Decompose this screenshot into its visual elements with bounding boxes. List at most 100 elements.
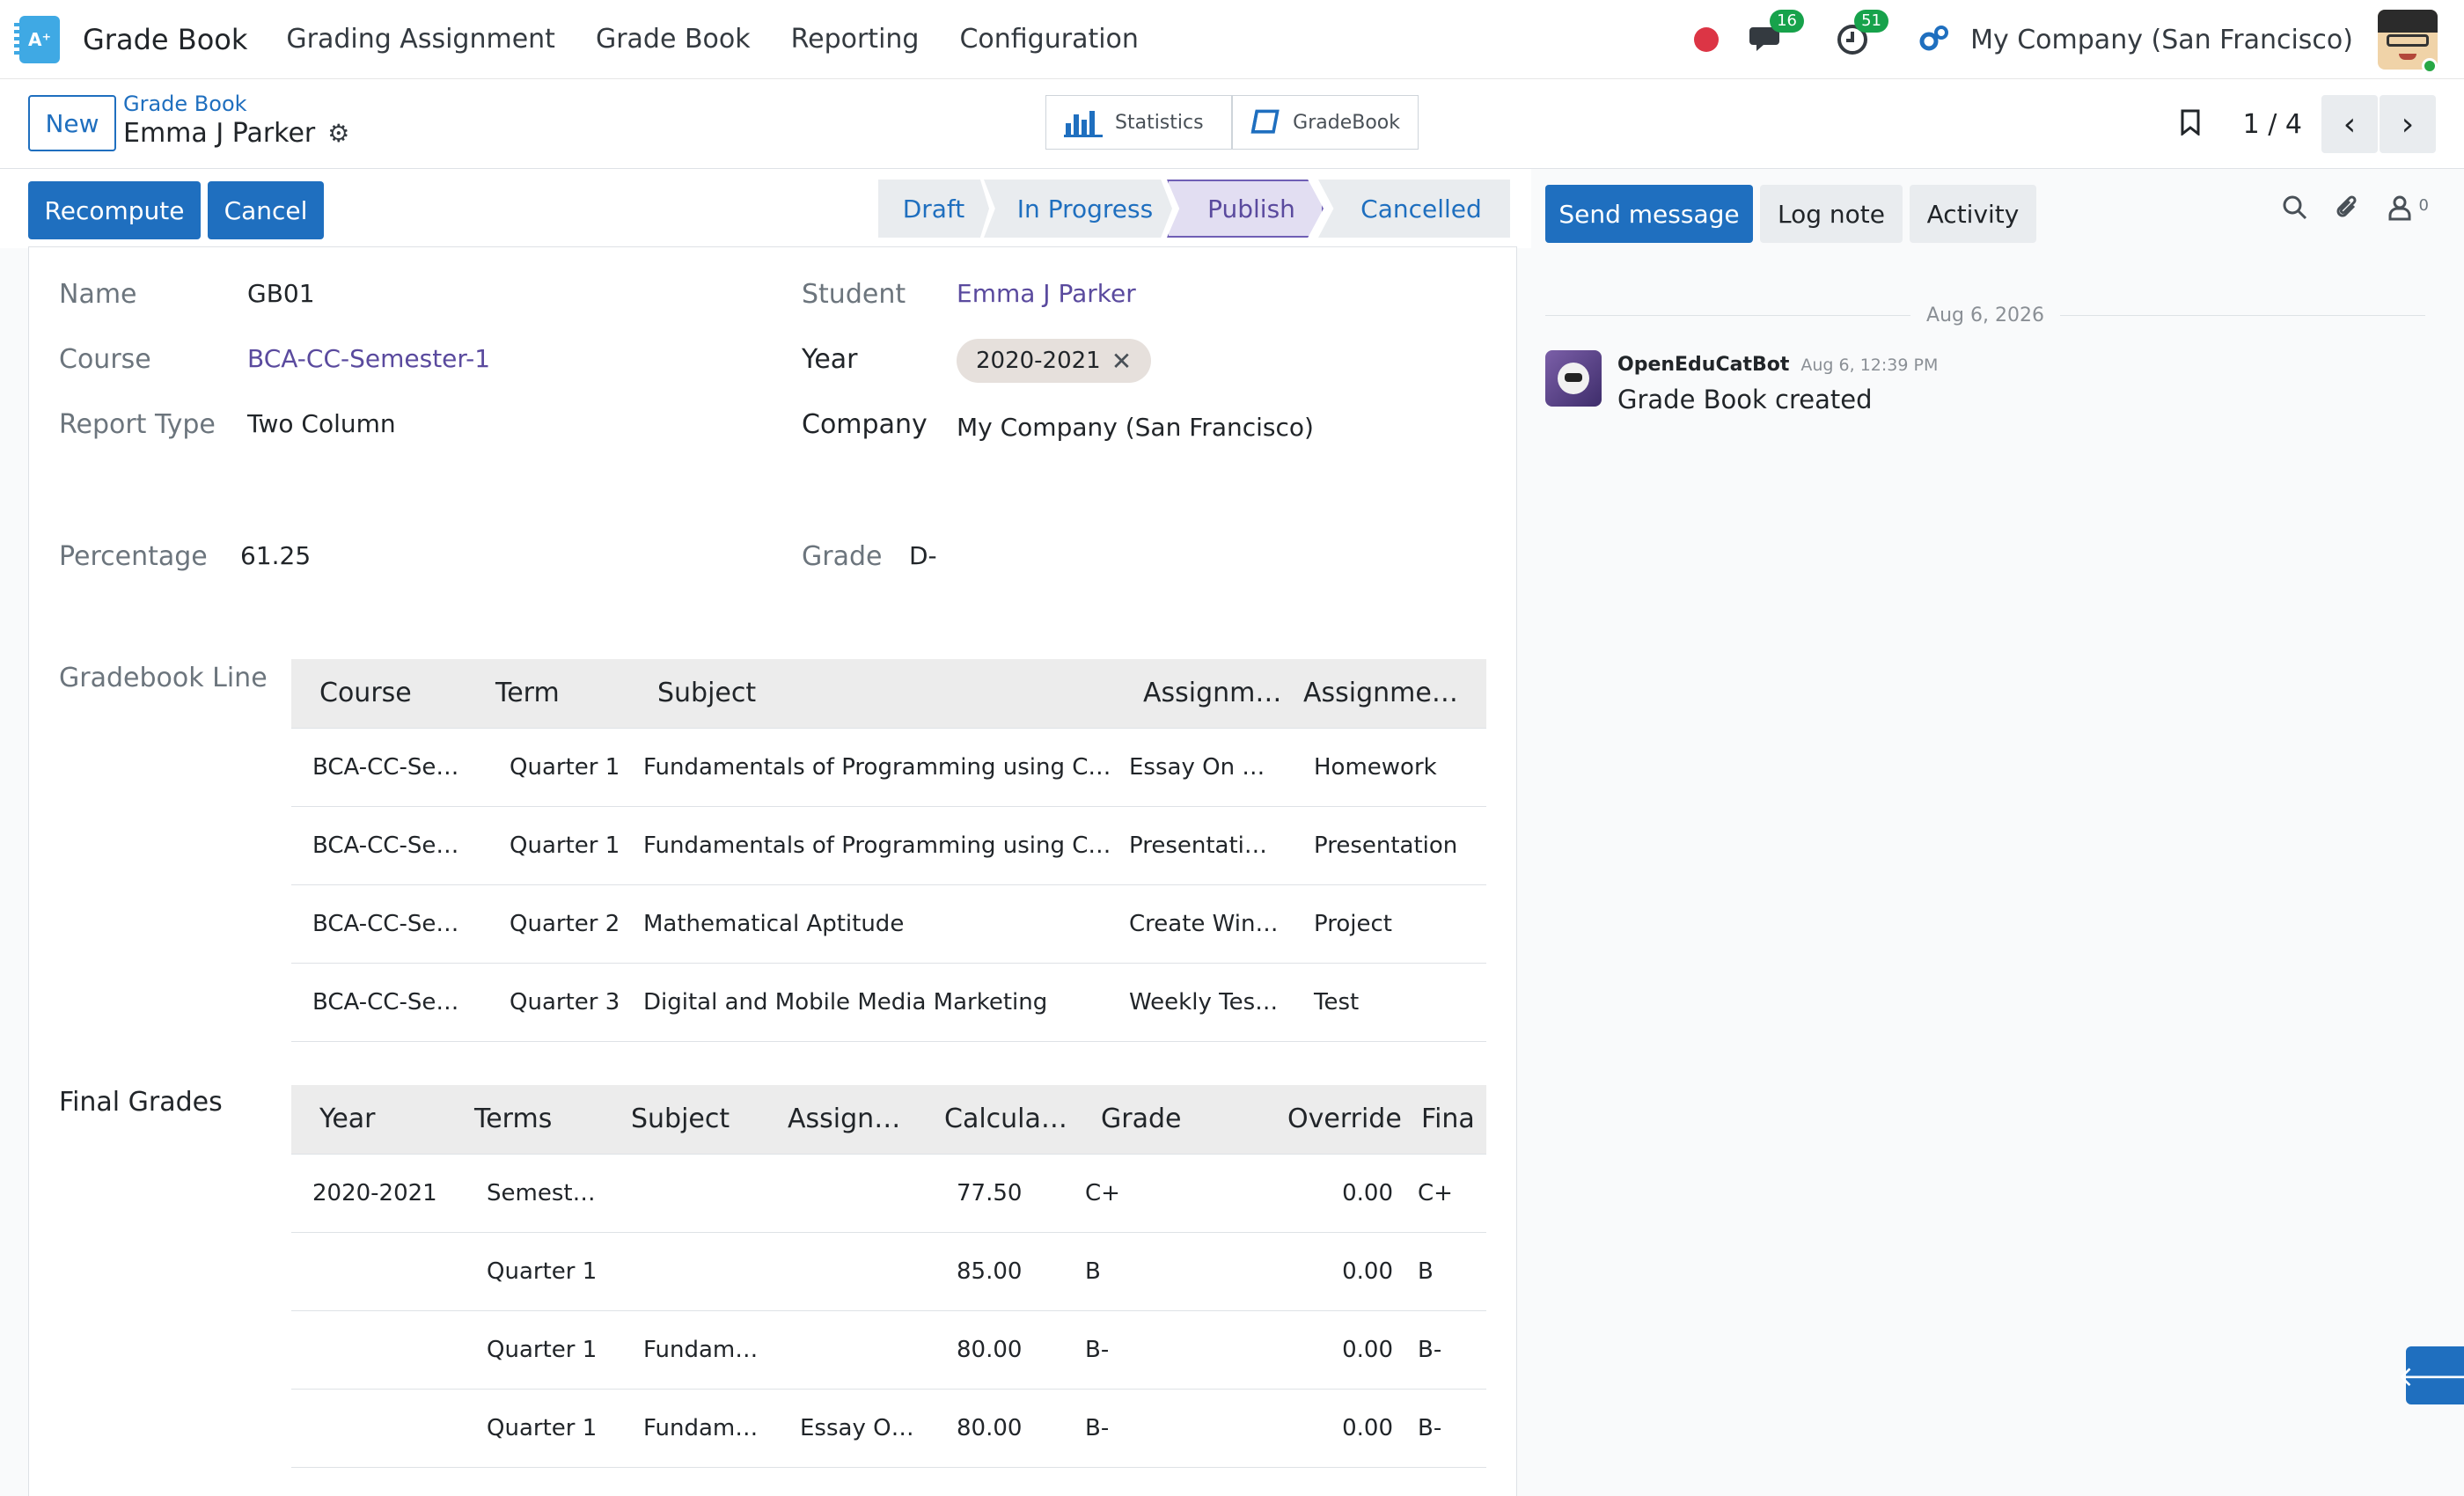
record-name-text: Emma J Parker (123, 118, 316, 149)
table-cell (291, 1310, 446, 1390)
column-header[interactable]: Course (291, 659, 467, 729)
report-type-field[interactable]: Two Column (247, 409, 396, 438)
messages-icon[interactable]: 16 (1749, 10, 1804, 59)
gradebook-button[interactable]: GradeBook (1232, 95, 1419, 150)
pager: 1 / 4 ‹ › (2180, 95, 2464, 153)
column-header[interactable]: Subject (603, 1085, 759, 1155)
column-header[interactable]: Terms (446, 1085, 603, 1155)
table-row[interactable]: BCA-CC-Se… Quarter 1 Fundamentals of Pro… (291, 728, 1486, 807)
stage-publish[interactable]: Publish (1167, 180, 1324, 238)
company-switch-icon[interactable] (1918, 24, 1949, 55)
search-icon[interactable] (2282, 194, 2308, 224)
table-cell: Create Win… (1115, 884, 1289, 964)
year-label: Year (802, 344, 858, 375)
stage-draft[interactable]: Draft (878, 180, 989, 238)
table-row[interactable]: Quarter 1 Fundam… 80.00 B- 0.00 B- (291, 1310, 1486, 1390)
year-tag-text: 2020-2021 (976, 348, 1101, 374)
table-row[interactable]: BCA-CC-Se… Quarter 2 Mathematical Aptitu… (291, 884, 1486, 964)
control-panel: New Grade Book Emma J Parker ⚙ Statistic… (0, 79, 2464, 169)
previous-record-icon[interactable]: ‹ (2321, 95, 2378, 153)
table-row[interactable]: Quarter 1 85.00 B 0.00 B (291, 1232, 1486, 1311)
column-header[interactable]: Year (291, 1085, 446, 1155)
stage-in-progress[interactable]: In Progress (984, 180, 1172, 238)
column-header[interactable]: Assignment (1115, 659, 1289, 729)
chatter-tools: 0 (2255, 194, 2429, 225)
table-cell: BCA-CC-Se… (291, 806, 467, 885)
app-icon[interactable]: A⁺ (14, 15, 60, 63)
table-row[interactable]: 2020-2021 Semeste… 77.50 C+ 0.00 C+ (291, 1154, 1486, 1233)
table-cell: Quarter 1 (446, 1310, 603, 1390)
column-header[interactable]: Assignme… (759, 1085, 916, 1155)
table-cell: Homework (1289, 728, 1486, 807)
new-button[interactable]: New (28, 95, 116, 151)
menu-grading-assignment[interactable]: Grading Assignment (286, 24, 555, 55)
table-cell: C+ (1407, 1154, 1486, 1233)
name-field[interactable]: GB01 (247, 279, 315, 308)
table-cell: Quarter 1 (446, 1389, 603, 1468)
report-type-label: Report Type (59, 409, 216, 440)
column-header[interactable]: Term (467, 659, 629, 729)
table-cell: 77.50 (916, 1154, 1073, 1233)
table-cell: BCA-CC-Se… (291, 963, 467, 1042)
pager-value[interactable]: 1 / 4 (2243, 109, 2302, 140)
table-cell (291, 1232, 446, 1311)
send-message-button[interactable]: Send message (1545, 185, 1753, 243)
table-cell: BCA-CC-Se… (291, 728, 467, 807)
record-icon[interactable] (1694, 27, 1720, 52)
message-author[interactable]: OpenEduCatBot (1617, 354, 1789, 376)
course-field[interactable]: BCA-CC-Semester-1 (247, 344, 490, 373)
company-field[interactable]: My Company (San Francisco) (957, 413, 1314, 442)
bookmark-icon[interactable] (2180, 109, 2201, 139)
arrow-left-icon[interactable]: 🡐 (2397, 1346, 2464, 1404)
table-cell: B (1407, 1232, 1486, 1311)
table-cell: 2020-2021 (291, 1154, 446, 1233)
column-header[interactable]: Subject (629, 659, 1115, 729)
column-header[interactable]: Override (1287, 1085, 1407, 1155)
menu-grade-book[interactable]: Grade Book (596, 24, 751, 55)
remove-tag-icon[interactable]: ✕ (1111, 347, 1132, 376)
cancel-button[interactable]: Cancel (208, 181, 324, 239)
column-header[interactable]: Assignme… (1289, 659, 1486, 729)
stage-pipeline: Draft In Progress Publish Cancelled (878, 180, 1510, 239)
student-field[interactable]: Emma J Parker (957, 279, 1136, 308)
app-title[interactable]: Grade Book (83, 23, 247, 56)
bot-avatar[interactable] (1545, 350, 1602, 407)
table-cell: Project (1289, 884, 1486, 964)
activities-clock-icon[interactable]: 51 (1833, 10, 1888, 59)
column-header[interactable]: Fina (1407, 1085, 1486, 1155)
column-header[interactable]: Grade (1073, 1085, 1287, 1155)
year-tag[interactable]: 2020-2021 ✕ (957, 339, 1152, 383)
followers-icon[interactable]: 0 (2387, 194, 2429, 225)
course-label: Course (59, 344, 151, 375)
gradebook-label: GradeBook (1293, 111, 1400, 134)
column-header[interactable]: Calculated (916, 1085, 1073, 1155)
table-cell: Essay On … (1115, 728, 1289, 807)
percentage-field[interactable]: 61.25 (240, 541, 311, 570)
table-header-row: Year Terms Subject Assignme… Calculated … (291, 1085, 1486, 1155)
menu-configuration[interactable]: Configuration (959, 24, 1138, 55)
table-row[interactable]: Quarter 1 Fundam… Essay On… 80.00 B- 0.0… (291, 1389, 1486, 1468)
activity-button[interactable]: Activity (1910, 185, 2036, 243)
table-row[interactable]: BCA-CC-Se… Quarter 1 Fundamentals of Pro… (291, 806, 1486, 885)
statistics-button[interactable]: Statistics (1045, 95, 1232, 150)
menu-reporting[interactable]: Reporting (791, 24, 920, 55)
table-cell (759, 1154, 916, 1233)
grade-field[interactable]: D- (909, 541, 937, 570)
next-record-icon[interactable]: › (2380, 95, 2436, 153)
statistics-label: Statistics (1115, 111, 1204, 134)
paperclip-icon[interactable] (2335, 194, 2361, 225)
recompute-button[interactable]: Recompute (28, 181, 201, 239)
log-note-button[interactable]: Log note (1760, 185, 1903, 243)
table-cell: Fundam… (603, 1389, 759, 1468)
student-label: Student (802, 279, 906, 310)
chatter-message: OpenEduCatBot Aug 6, 12:39 PM Grade Book… (1545, 350, 1938, 414)
gear-icon[interactable]: ⚙ (327, 119, 349, 148)
record-title: Emma J Parker ⚙ (123, 118, 349, 149)
breadcrumb[interactable]: Grade Book (123, 92, 247, 116)
company-name[interactable]: My Company (San Francisco) (1970, 25, 2353, 55)
bar-chart-icon (1064, 111, 1103, 137)
stage-cancelled[interactable]: Cancelled (1318, 180, 1510, 238)
table-row[interactable]: BCA-CC-Se… Quarter 3 Digital and Mobile … (291, 963, 1486, 1042)
table-cell: Test (1289, 963, 1486, 1042)
percentage-label: Percentage (59, 541, 208, 572)
